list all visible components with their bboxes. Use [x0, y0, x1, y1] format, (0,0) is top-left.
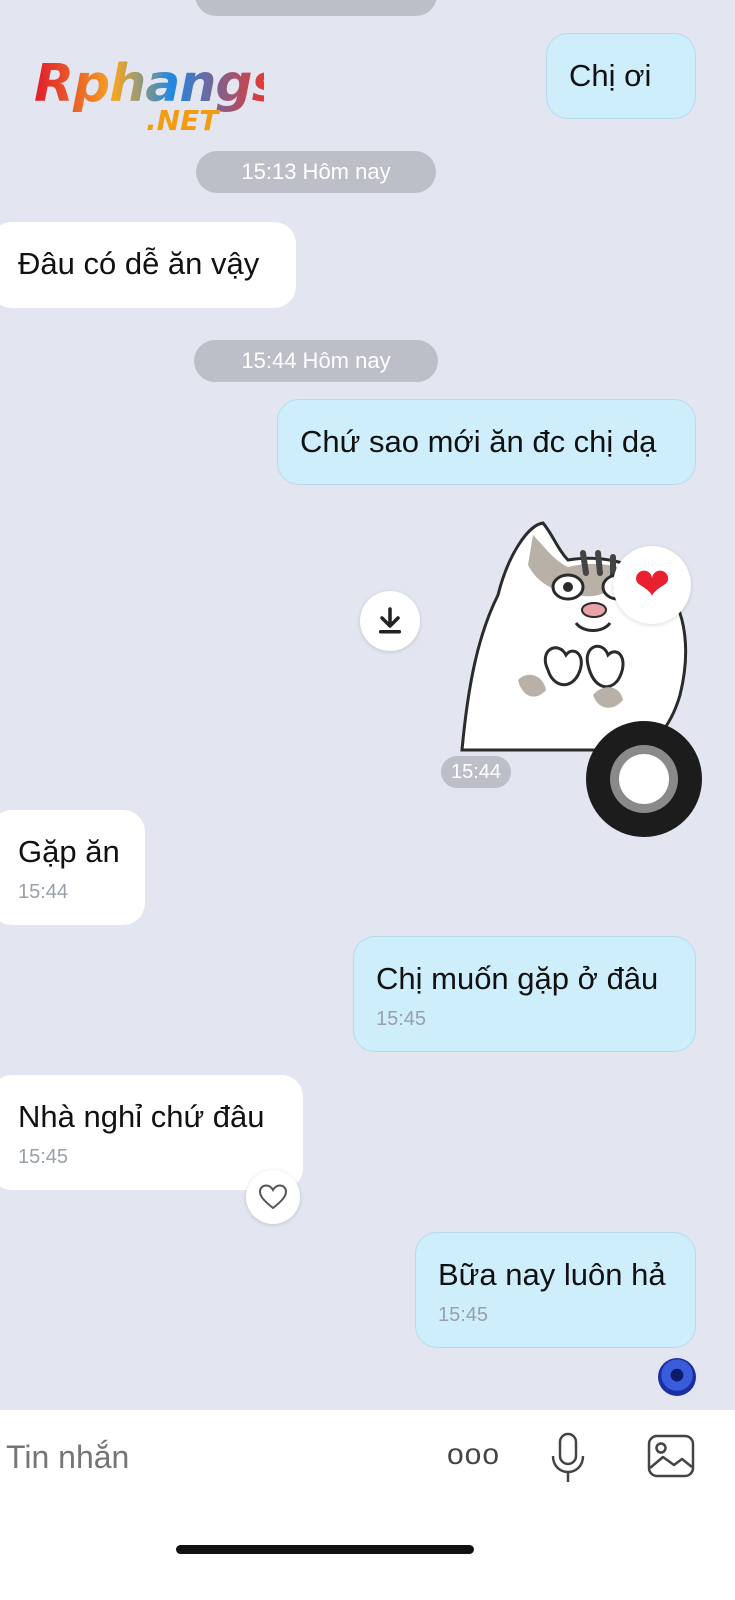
download-icon	[379, 607, 401, 634]
message-timestamp: 15:44	[18, 881, 69, 903]
image-icon[interactable]	[647, 1434, 695, 1480]
message-incoming[interactable]: Nhà nghỉ chứ đâu 15:45	[0, 1075, 303, 1190]
message-input[interactable]	[4, 1428, 428, 1486]
download-button[interactable]	[360, 591, 420, 651]
message-text: Đâu có dễ ăn vậy	[18, 246, 260, 281]
like-button[interactable]	[246, 1170, 300, 1224]
heart-icon: ❤	[633, 560, 671, 609]
message-outgoing[interactable]: Chị muốn gặp ở đâu 15:45	[353, 936, 696, 1052]
message-text: Chị muốn gặp ở đâu	[376, 961, 659, 996]
composer-bar: ooo	[0, 1410, 735, 1600]
watermark-logo: Rphangs .NET	[34, 56, 283, 140]
message-timestamp: 15:45	[376, 1008, 427, 1030]
message-text: Gặp ăn	[18, 834, 120, 869]
message-text: Chứ sao mới ăn đc chị dạ	[300, 424, 657, 459]
assistive-touch-button[interactable]	[586, 721, 702, 837]
heart-outline-icon	[259, 1184, 287, 1210]
message-text: Bữa nay luôn hả	[438, 1257, 666, 1292]
message-outgoing[interactable]: Chị ơi	[546, 33, 696, 119]
message-incoming[interactable]: Gặp ăn 15:44	[0, 810, 145, 925]
date-separator-partial	[195, 0, 437, 16]
message-timestamp: 15:45	[18, 1146, 69, 1168]
sticker-timestamp: 15:44	[441, 756, 511, 788]
home-indicator	[176, 1545, 474, 1554]
read-receipt-avatar	[658, 1358, 696, 1396]
message-incoming[interactable]: Đâu có dễ ăn vậy	[0, 222, 296, 308]
message-text: Chị ơi	[569, 58, 652, 93]
date-separator: 15:13 Hôm nay	[196, 151, 436, 193]
date-separator: 15:44 Hôm nay	[194, 340, 438, 382]
assistive-touch-inner	[619, 754, 669, 804]
message-timestamp: 15:45	[438, 1304, 489, 1326]
message-outgoing[interactable]: Chứ sao mới ăn đc chị dạ	[277, 399, 696, 485]
more-options-button[interactable]: ooo	[447, 1438, 500, 1472]
microphone-icon[interactable]	[548, 1432, 588, 1486]
logo-line2: .NET	[146, 104, 219, 137]
message-text: Nhà nghỉ chứ đâu	[18, 1099, 265, 1134]
message-outgoing[interactable]: Bữa nay luôn hả 15:45	[415, 1232, 696, 1348]
heart-reaction[interactable]: ❤	[613, 546, 691, 624]
